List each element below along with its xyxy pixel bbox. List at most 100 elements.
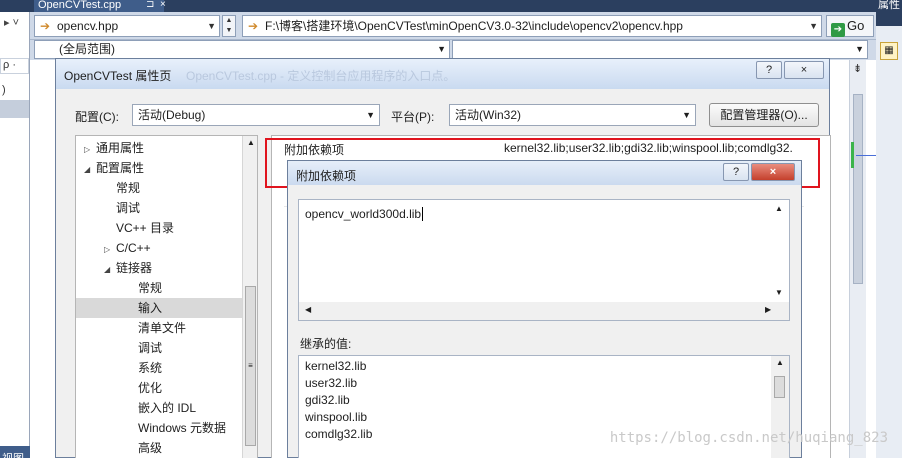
scroll-down-icon[interactable]: ▼ <box>775 288 783 297</box>
help-button[interactable]: ? <box>723 163 749 181</box>
editor-scrollbar[interactable]: ⇟ <box>849 60 866 458</box>
tree-item-label: 清单文件 <box>138 321 187 335</box>
property-pages-icon[interactable]: ▦ <box>880 42 898 60</box>
scroll-thumb[interactable] <box>774 376 785 398</box>
expand-toggle-icon[interactable]: ▷ <box>104 240 116 260</box>
file-combo[interactable]: ➔ opencv.hpp ▼ <box>34 15 220 37</box>
tree-item-label: 系统 <box>138 361 163 375</box>
tree-item[interactable]: 常规 <box>104 178 140 198</box>
additional-dependencies-dialog: 附加依赖项 ? × opencv_world300d.lib ▲ ▼ ◀ ▶ 继… <box>287 160 802 458</box>
tree-item-label: 优化 <box>138 381 163 395</box>
tree-item[interactable]: ▷ 通用属性 <box>84 138 144 158</box>
dependencies-textarea[interactable]: opencv_world300d.lib ▲ ▼ ◀ ▶ <box>298 199 790 321</box>
platform-select[interactable]: 活动(Win32) ▼ <box>449 104 696 126</box>
close-button[interactable]: × <box>751 163 795 181</box>
chevron-icon[interactable]: ▸ ˅ <box>4 16 19 29</box>
expand-toggle-icon[interactable]: ▷ <box>84 140 96 160</box>
tree-item[interactable]: 系统 <box>138 358 162 378</box>
path-combo-value: F:\博客\搭建环境\OpenCVTest\minOpenCV3.0-32\in… <box>265 19 683 33</box>
tree-item[interactable]: 调试 <box>104 198 140 218</box>
pin-icon[interactable]: ⊐ <box>146 0 154 10</box>
platform-select-value: 活动(Win32) <box>455 108 522 122</box>
split-icon[interactable]: ⇟ <box>853 62 862 75</box>
spin-buttons[interactable]: ▲ ▼ <box>222 15 236 37</box>
chevron-down-icon: ▼ <box>855 44 864 54</box>
tree-item-label: 调试 <box>116 201 141 215</box>
dependencies-value: opencv_world300d.lib <box>305 207 422 221</box>
tree-item-label: VC++ 目录 <box>116 221 175 235</box>
text-caret <box>422 207 424 221</box>
inherited-item: gdi32.lib <box>305 393 350 407</box>
tree-item[interactable]: 优化 <box>138 378 162 398</box>
config-select-value: 活动(Debug) <box>138 108 206 122</box>
solution-explorer-strip: ▸ ˅ ρ · ) 视图 <box>0 12 30 458</box>
inherited-item: comdlg32.lib <box>305 427 373 441</box>
help-button[interactable]: ? <box>756 61 782 79</box>
caret-marker <box>856 155 876 156</box>
expand-toggle-icon[interactable]: ◢ <box>104 260 116 280</box>
navigation-bar: ➔ opencv.hpp ▼ ▲ ▼ ➔ F:\博客\搭建环境\OpenCVTes… <box>30 12 876 40</box>
tree-scrollbar[interactable]: ▲ ≡ <box>242 136 257 458</box>
tab-close-icon[interactable]: × <box>160 0 166 10</box>
tree-item[interactable]: VC++ 目录 <box>104 218 174 238</box>
config-label: 配置(C): <box>75 110 119 124</box>
tree-item[interactable]: 输入 <box>138 298 162 318</box>
chevron-down-icon: ▼ <box>809 21 818 31</box>
path-combo[interactable]: ➔ F:\博客\搭建环境\OpenCVTest\minOpenCV3.0-32\… <box>242 15 822 37</box>
scope-bar: (全局范围) ▼ ▼ <box>30 40 876 60</box>
document-tab[interactable]: OpenCVTest.cpp <box>34 0 164 12</box>
tree-item[interactable]: 高级 <box>138 438 162 458</box>
properties-body: ▦ <box>876 26 902 458</box>
horizontal-scrollbar[interactable]: ◀ ▶ <box>299 302 789 320</box>
scroll-up-icon[interactable]: ▲ <box>776 358 784 367</box>
scroll-left-icon[interactable]: ◀ <box>305 305 311 314</box>
chevron-down-icon: ▼ <box>682 110 691 120</box>
scroll-right-icon[interactable]: ▶ <box>765 305 771 314</box>
inherited-item: user32.lib <box>305 376 358 390</box>
inherited-item: winspool.lib <box>305 410 368 424</box>
dialog-title: OpenCVTest 属性页 <box>64 69 172 83</box>
properties-panel: 属性 ▦ <box>876 0 902 458</box>
scroll-up-icon[interactable]: ▲ <box>775 204 783 213</box>
properties-title: 属性 <box>878 0 900 11</box>
arrow-right-icon: ➔ <box>40 19 51 33</box>
go-arrow-icon: ➔ <box>831 23 845 37</box>
dialog-titlebar: OpenCVTest 属性页 OpenCVTest.cpp - 定义控制台应用程… <box>56 59 829 89</box>
search-input[interactable]: ρ · <box>0 58 29 74</box>
tree-fragment: ) <box>2 84 6 96</box>
tree-item-label: 常规 <box>138 281 163 295</box>
tree-item[interactable]: Windows 元数据 <box>138 418 226 438</box>
scope-combo[interactable]: (全局范围) ▼ <box>34 40 450 59</box>
tree-item[interactable]: ◢ 链接器 <box>104 258 152 278</box>
config-manager-button[interactable]: 配置管理器(O)... <box>709 103 819 127</box>
view-tab[interactable]: 视图 <box>0 446 30 458</box>
file-combo-value: opencv.hpp <box>57 19 119 33</box>
selected-row[interactable] <box>0 100 29 118</box>
tree-item[interactable]: 清单文件 <box>138 318 186 338</box>
scroll-up-icon[interactable]: ▲ <box>247 138 255 147</box>
config-select[interactable]: 活动(Debug) ▼ <box>132 104 380 126</box>
chevron-down-icon: ▼ <box>207 21 216 31</box>
subdialog-title: 附加依赖项 <box>296 169 357 183</box>
member-combo[interactable]: ▼ <box>452 40 868 59</box>
tree-item[interactable]: ◢ 配置属性 <box>84 158 144 178</box>
tree-item[interactable]: ▷ C/C++ <box>104 238 151 258</box>
tree-item-label: 高级 <box>138 441 163 455</box>
tree-item-label: 嵌入的 IDL <box>138 401 197 415</box>
go-button[interactable]: ➔ Go <box>826 15 874 37</box>
property-tree: ▷ 通用属性 ◢ 配置属性 常规 调试 VC++ 目录 ▷ C/C++ ◢ 链接器 常规 输入 清单文件调… <box>75 135 258 458</box>
scroll-thumb[interactable]: ≡ <box>245 286 256 446</box>
arrow-right-icon: ➔ <box>248 19 259 33</box>
scroll-thumb[interactable] <box>853 94 863 284</box>
tree-item-label: 配置属性 <box>96 161 145 175</box>
tree-item-label: C/C++ <box>116 241 151 255</box>
tree-item-label: 链接器 <box>116 261 153 275</box>
tree-item[interactable]: 调试 <box>138 338 162 358</box>
close-button[interactable]: × <box>784 61 824 79</box>
tree-item[interactable]: 常规 <box>138 278 162 298</box>
tree-item-label: 输入 <box>138 301 163 315</box>
expand-toggle-icon[interactable]: ◢ <box>84 160 96 180</box>
tree-item-label: Windows 元数据 <box>138 421 227 435</box>
tree-item[interactable]: 嵌入的 IDL <box>138 398 196 418</box>
chevron-down-icon: ▼ <box>437 44 446 54</box>
